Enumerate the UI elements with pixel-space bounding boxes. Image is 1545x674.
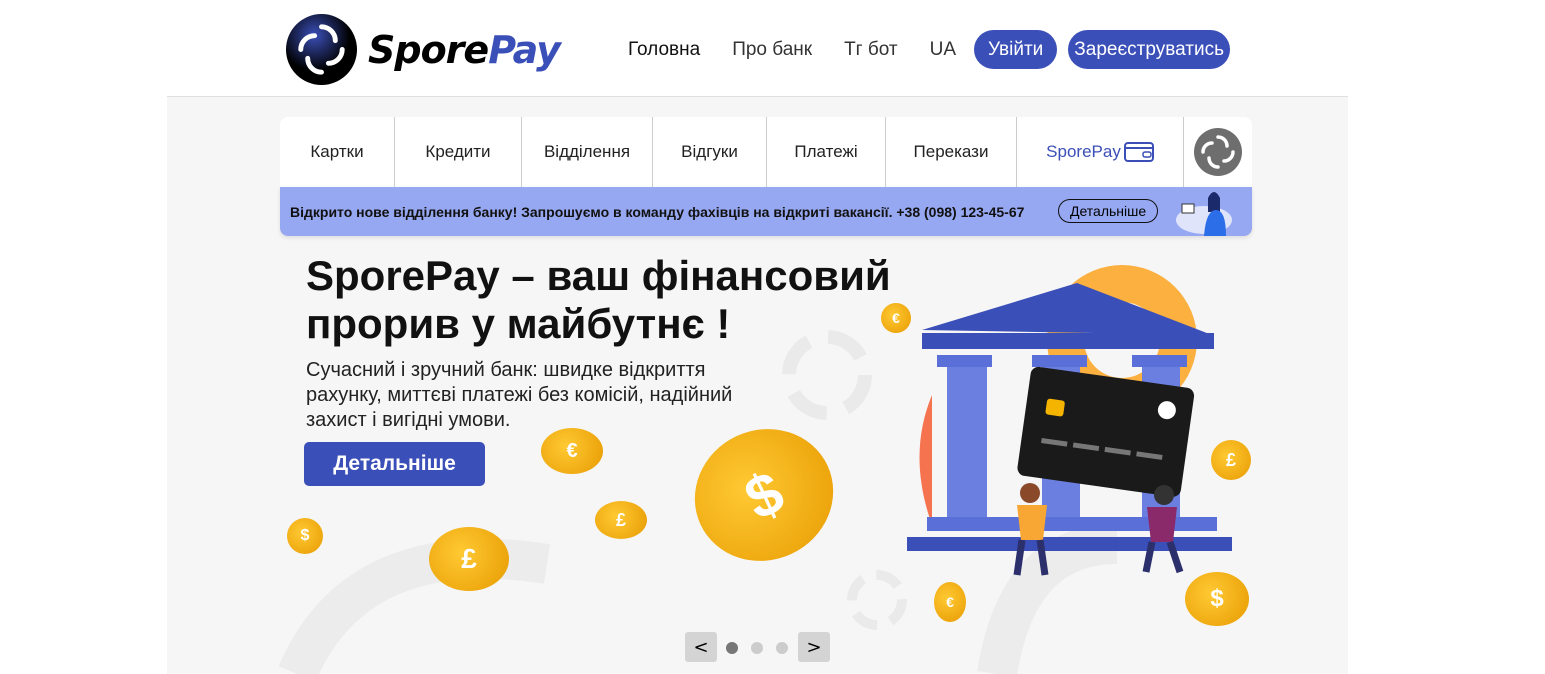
spiral-logo-icon	[1194, 128, 1242, 176]
euro-coin-icon: €	[934, 582, 966, 622]
register-button[interactable]: Зареєструватись	[1068, 30, 1230, 69]
tab-cards[interactable]: Картки	[280, 117, 395, 187]
nav-language[interactable]: UA	[930, 39, 956, 61]
hero-subtitle: Сучасний і зручний банк: швидке відкритт…	[306, 359, 733, 431]
dollar-coin-icon: $	[287, 518, 323, 554]
euro-coin-icon: €	[541, 428, 603, 474]
carousel-prev-button[interactable]: <	[685, 632, 717, 662]
bank-illustration	[907, 265, 1232, 576]
category-tabs: Картки Кредити Відділення Відгуки Платеж…	[280, 117, 1252, 187]
announcement-banner: Відкрито нове відділення банку! Запрошує…	[280, 187, 1252, 236]
announcement-text: Відкрито нове відділення банку! Запрошує…	[290, 203, 1025, 220]
support-woman-illustration-icon	[1176, 192, 1232, 236]
login-button[interactable]: Увійти	[974, 30, 1058, 69]
carousel-dot-3[interactable]	[776, 642, 788, 654]
carousel-dot-1[interactable]	[726, 642, 738, 654]
tab-sporepay[interactable]: SporePay	[1017, 117, 1184, 187]
carousel-next-button[interactable]: >	[798, 632, 830, 662]
main-nav: Головна Про банк Тг бот UA Увійти Зареєс…	[628, 30, 1230, 69]
tab-branches[interactable]: Відділення	[522, 117, 653, 187]
logo-text: SporePay	[368, 27, 561, 72]
nav-about[interactable]: Про банк	[732, 39, 812, 61]
announcement-details-button[interactable]: Детальніше	[1058, 199, 1159, 223]
tab-sporepay-label: SporePay	[1046, 142, 1121, 161]
hero-details-button[interactable]: Детальніше	[304, 442, 485, 486]
page: SporePay Головна Про банк Тг бот UA Увій…	[167, 0, 1348, 674]
nav-tg-bot[interactable]: Тг бот	[844, 39, 898, 61]
tab-payments[interactable]: Платежі	[767, 117, 886, 187]
nav-home[interactable]: Головна	[628, 39, 700, 61]
tab-reviews[interactable]: Відгуки	[653, 117, 767, 187]
tab-credits[interactable]: Кредити	[395, 117, 522, 187]
sporepay-logo-button[interactable]	[1184, 117, 1252, 187]
wallet-card-icon	[1123, 142, 1154, 162]
hero-title: SporePay – ваш фінансовий прорив у майбу…	[306, 252, 891, 347]
carousel-dot-2[interactable]	[751, 642, 763, 654]
logo-spiral-icon	[285, 13, 358, 86]
tab-transfers[interactable]: Перекази	[886, 117, 1017, 187]
pound-coin-icon: £	[595, 501, 647, 539]
pound-coin-icon: £	[429, 527, 509, 591]
logo[interactable]: SporePay	[285, 13, 561, 86]
header: SporePay Головна Про банк Тг бот UA Увій…	[167, 0, 1348, 97]
